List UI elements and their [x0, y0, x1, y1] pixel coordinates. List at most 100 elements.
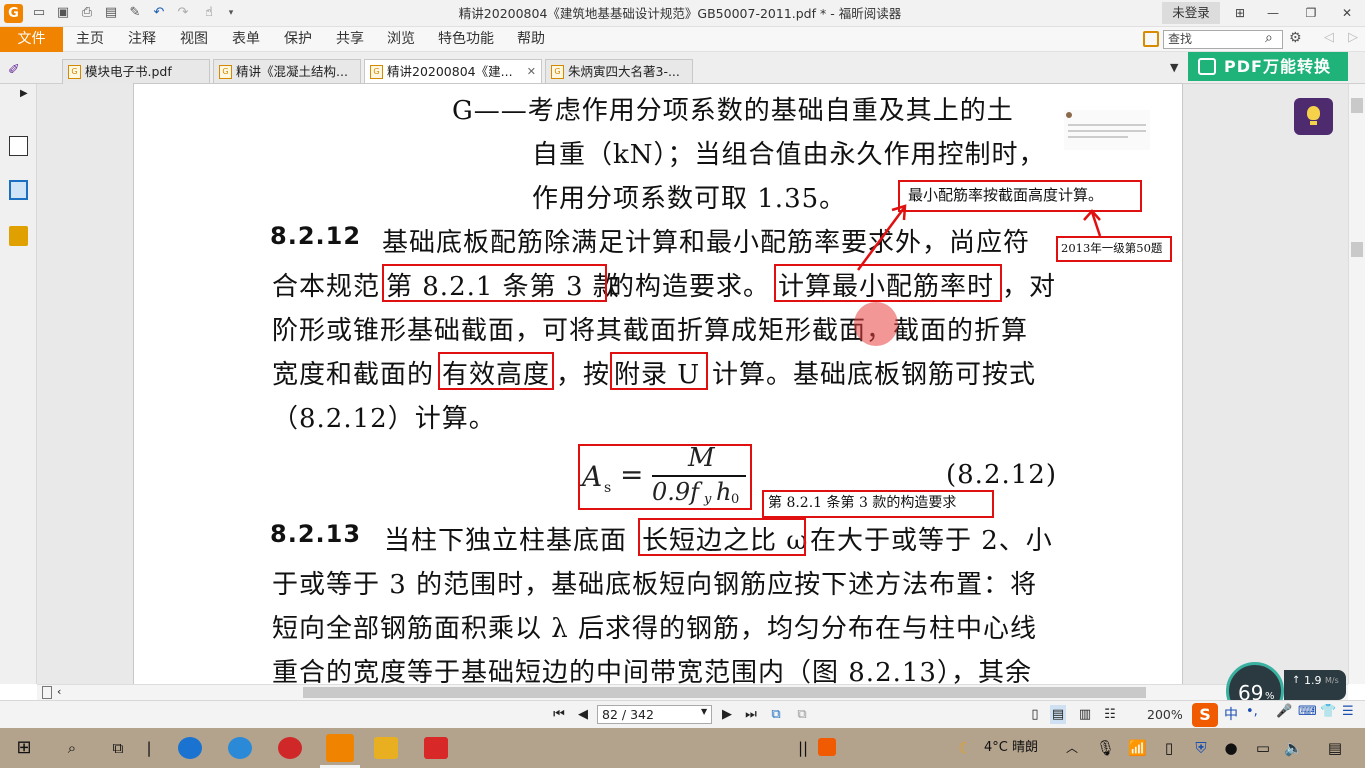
xiu-app-icon[interactable] [278, 737, 302, 759]
tab-label: 精讲20200804《建... [387, 64, 513, 79]
security-shield-icon[interactable]: ⛨ [1192, 728, 1210, 768]
pdf-convert-button[interactable]: PDF万能转换 [1188, 52, 1348, 81]
save-icon[interactable]: ▣ [54, 4, 72, 22]
next-page-icon[interactable]: ▶ [719, 705, 735, 724]
tab-list-icon[interactable]: ✐ [8, 62, 20, 78]
comments-icon[interactable] [9, 226, 28, 246]
redo-icon[interactable]: ↷ [174, 4, 192, 22]
menu-help[interactable]: 帮助 [517, 27, 545, 52]
gear-icon[interactable]: ⚙ [1289, 30, 1302, 46]
zoom-level[interactable]: 200% [1147, 705, 1183, 724]
restore-button[interactable]: ❐ [1300, 3, 1322, 23]
menu-browse[interactable]: 浏览 [387, 27, 415, 52]
network-icon[interactable]: 📶 [1128, 728, 1147, 768]
forward-arrow-icon[interactable]: ▷ [1348, 30, 1358, 45]
foxit-logo-icon[interactable]: G [4, 4, 23, 23]
volume-icon[interactable]: 🔈 [1284, 728, 1303, 768]
menu-comment[interactable]: 注释 [128, 27, 156, 52]
minimize-button[interactable]: — [1262, 3, 1284, 23]
print-icon[interactable]: ⎙ [78, 4, 96, 22]
continuous-facing-icon[interactable]: ☷ [1102, 705, 1118, 724]
search-icon[interactable]: ⌕ [60, 728, 84, 768]
sogou-browser-icon[interactable] [178, 737, 202, 759]
find-folder-icon[interactable] [1143, 31, 1159, 47]
facing-page-icon[interactable]: ▥ [1077, 705, 1093, 724]
comment-preview-thumbnail[interactable] [1064, 110, 1150, 150]
expand-panel-icon[interactable]: ▶ [20, 88, 28, 99]
tab-doc-1[interactable]: G 模块电子书.pdf [62, 59, 210, 84]
pdf-file-icon: G [219, 65, 232, 79]
properties-icon[interactable]: ▤ [102, 4, 120, 22]
task-view-icon[interactable]: ⧉ [106, 728, 130, 768]
close-tab-icon[interactable]: ✕ [527, 60, 536, 84]
continuous-page-icon[interactable]: ▤ [1050, 705, 1066, 724]
back-arrow-icon[interactable]: ◁ [1324, 30, 1334, 45]
customize-dropdown-icon[interactable]: ▾ [222, 4, 240, 22]
qq-icon[interactable]: ● [1222, 728, 1240, 768]
new-icon[interactable]: ✎ [126, 4, 144, 22]
scroll-thumb[interactable] [303, 687, 1146, 698]
wps-office-icon[interactable] [424, 737, 448, 759]
close-button[interactable]: ✕ [1336, 3, 1358, 23]
menu-home[interactable]: 主页 [76, 27, 104, 52]
status-bar: ⏮ ◀ 82 / 342 ▼ ▶ ⏭ ⧉ ⧉ ▯ ▤ ▥ ☷ 200% S 中 … [0, 700, 1365, 729]
convert-icon [1198, 58, 1216, 75]
annotation-arrows [854, 204, 1102, 346]
page-thumbnail-icon[interactable] [9, 136, 28, 156]
weather-text[interactable]: 4°C 晴朗 [984, 728, 1054, 768]
punctuation-icon: •, [1246, 704, 1258, 719]
ime-mode[interactable]: 中 [1224, 704, 1238, 724]
tab-label: 模块电子书.pdf [85, 64, 172, 79]
scroll-left-icon[interactable]: ‹ [57, 685, 61, 698]
windows-start-icon[interactable]: ⊞ [12, 728, 36, 768]
scroll-left-box[interactable] [42, 686, 52, 699]
tab-doc-2[interactable]: G 精讲《混凝土结构... [213, 59, 361, 84]
layout-icon[interactable]: ⊞ [1229, 3, 1251, 23]
microphone-tray-icon[interactable]: 🎙 [1096, 728, 1115, 768]
sogou-tray-icon[interactable] [818, 738, 836, 756]
menu-protect[interactable]: 保护 [284, 27, 312, 52]
ime-menu-icon: ☰ [1342, 704, 1354, 719]
ime-toolbar[interactable]: S 中 •, 🎤 ⌨ 👕 ☰ [1190, 701, 1360, 729]
menu-features[interactable]: 特色功能 [438, 27, 494, 52]
bookmark-icon[interactable] [9, 180, 28, 200]
menu-form[interactable]: 表单 [232, 27, 260, 52]
title-bar: G ▭ ▣ ⎙ ▤ ✎ ↶ ↷ ☝ ▾ 精讲20200804《建筑地基基础设计规… [0, 0, 1365, 27]
file-explorer-icon[interactable] [374, 737, 398, 759]
menu-file[interactable]: 文件 [0, 27, 63, 52]
single-page-icon[interactable]: ▯ [1027, 705, 1043, 724]
tab-label: 精讲《混凝土结构... [236, 64, 348, 79]
undo-icon[interactable]: ↶ [150, 4, 168, 22]
tab-doc-4[interactable]: G 朱炳寅四大名著3-... [545, 59, 693, 84]
last-page-icon[interactable]: ⏭ [743, 705, 759, 724]
scroll-position-marker[interactable] [1351, 242, 1363, 257]
vertical-scrollbar[interactable] [1348, 84, 1365, 684]
search-icon[interactable]: ⌕ [1265, 30, 1273, 46]
scroll-thumb[interactable] [1351, 98, 1363, 113]
login-button[interactable]: 未登录 [1162, 2, 1220, 24]
skin-icon: 👕 [1320, 704, 1337, 719]
open-folder-icon[interactable]: ▭ [30, 4, 48, 22]
hand-tool-icon[interactable]: ☝ [200, 4, 218, 22]
next-view-icon[interactable]: ⧉ [794, 705, 810, 724]
tab-dropdown-icon[interactable]: ▼ [1170, 61, 1178, 74]
battery-icon[interactable]: ▭ [1254, 728, 1272, 768]
page-dropdown-icon[interactable]: ▼ [701, 707, 707, 716]
foxit-taskbar-icon[interactable] [326, 734, 354, 762]
page-number-input[interactable]: 82 / 342 [597, 705, 712, 724]
ie-browser-icon[interactable] [228, 737, 252, 759]
keyboard-icon: ⌨ [1298, 704, 1317, 719]
prev-page-icon[interactable]: ◀ [575, 705, 591, 724]
usb-icon[interactable]: ▯ [1160, 728, 1178, 768]
tray-expand-icon[interactable]: ︿ [1064, 728, 1080, 768]
previous-view-icon[interactable]: ⧉ [768, 705, 784, 724]
tips-lightbulb-icon[interactable] [1294, 98, 1333, 135]
menu-share[interactable]: 共享 [336, 27, 364, 52]
horizontal-scrollbar[interactable]: ‹ [37, 684, 1348, 700]
first-page-icon[interactable]: ⏮ [551, 705, 567, 724]
pdf-file-icon: G [68, 65, 81, 79]
pdf-page[interactable]: G——考虑作用分项系数的基础自重及其上的土 自重（kN）；当组合值由永久作用控制… [134, 84, 1182, 684]
menu-view[interactable]: 视图 [180, 27, 208, 52]
tab-doc-3[interactable]: G 精讲20200804《建... ✕ [364, 59, 542, 84]
notification-icon[interactable]: ▤ [1326, 728, 1344, 768]
